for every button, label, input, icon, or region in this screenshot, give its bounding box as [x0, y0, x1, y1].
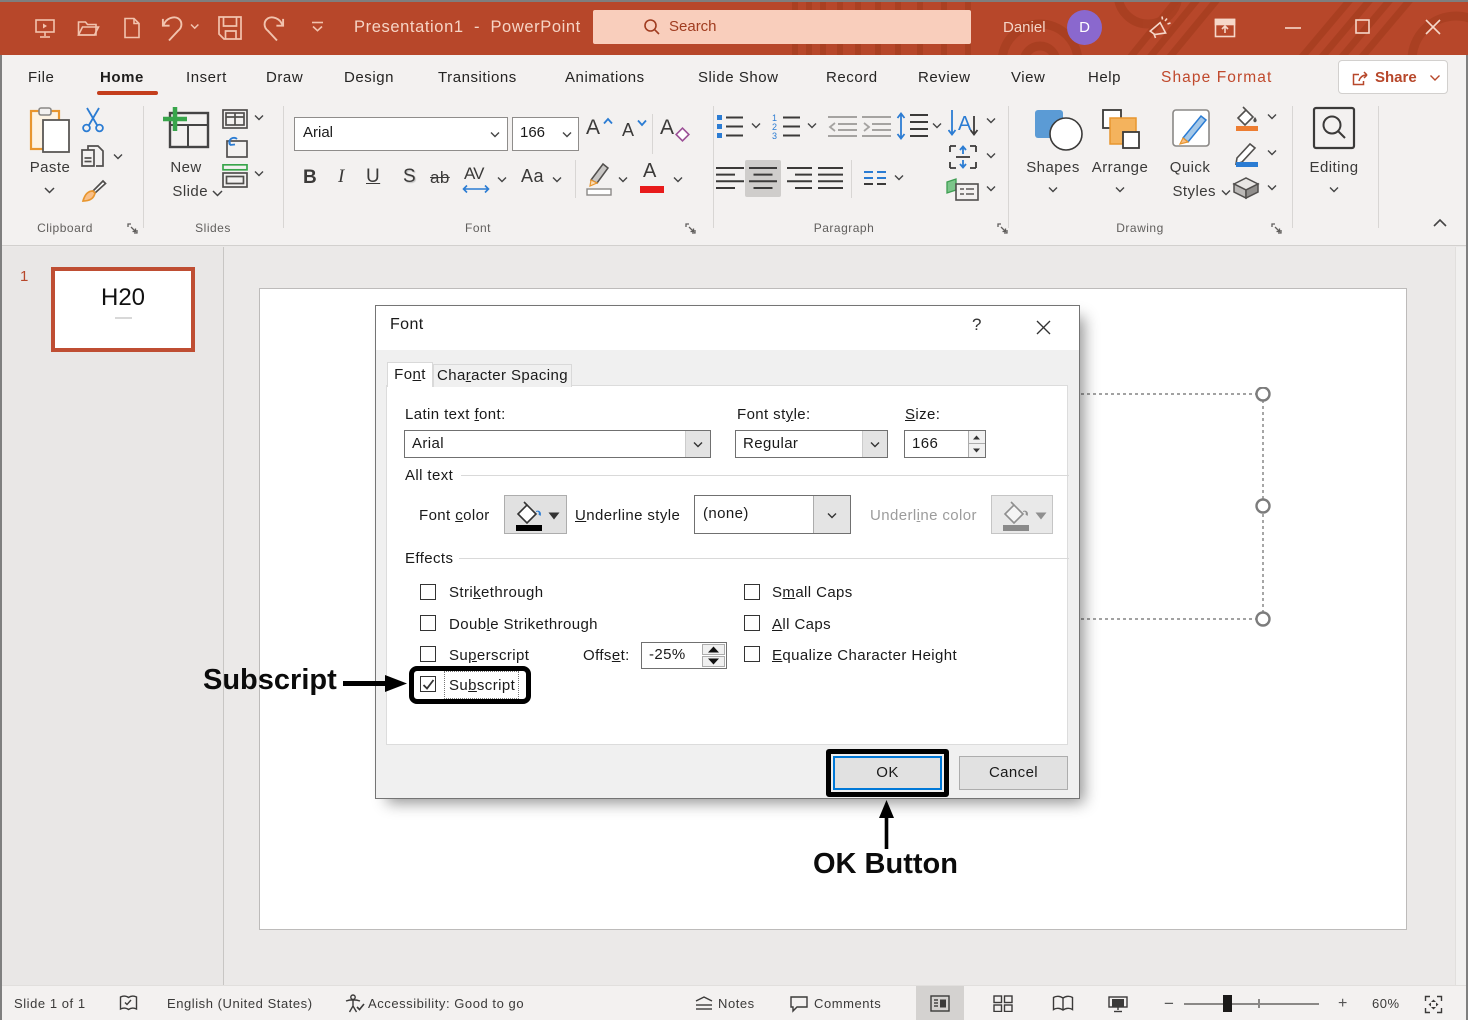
svg-text:A: A	[958, 113, 972, 135]
svg-text:3: 3	[772, 131, 777, 139]
